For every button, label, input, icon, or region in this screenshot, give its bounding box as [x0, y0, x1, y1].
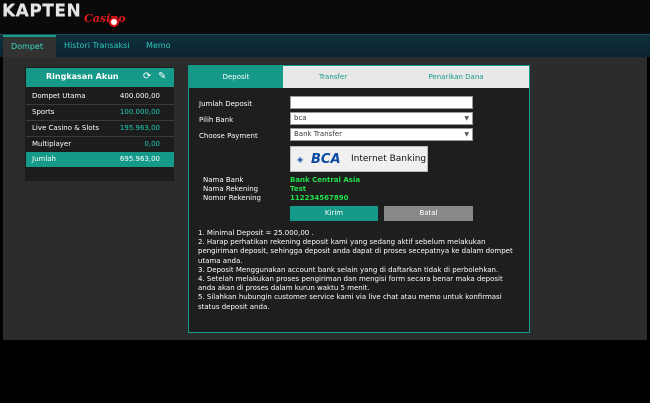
summary-row-label: Sports: [32, 108, 55, 116]
main-nav: Dompet Histori Transaksi Memo: [0, 34, 650, 58]
amount-input[interactable]: [290, 96, 473, 109]
tab-penarikan-dana[interactable]: Penarikan Dana: [383, 66, 529, 88]
summary-row-total: Jumlah 695.963,00: [26, 152, 174, 167]
summary-row-live-casino: Live Casino & Slots 195.963,00: [26, 121, 174, 136]
summary-row-multiplayer: Multiplayer 0,00: [26, 137, 174, 152]
amount-label: Jumlah Deposit: [199, 100, 252, 108]
bank-select[interactable]: bca ▼: [290, 112, 473, 125]
summary-total-value: 695.963,00: [119, 155, 160, 163]
deposit-notes: 1. Minimal Deposit = 25.000,00 . 2. Hara…: [198, 229, 520, 312]
payment-select-value: Bank Transfer: [294, 130, 342, 138]
account-summary: Ringkasan Akun ⟳ ✎ Dompet Utama 400.000,…: [24, 66, 175, 182]
info-label-nama-bank: Nama Bank: [203, 176, 244, 184]
summary-row-value: 100.000,00: [119, 108, 160, 116]
summary-row-value: 195.963,00: [119, 124, 160, 132]
casino-chip-icon: [109, 17, 119, 27]
summary-row-sports: Sports 100.000,00: [26, 105, 174, 120]
note-item: 1. Minimal Deposit = 25.000,00 .: [198, 229, 314, 237]
summary-header: Ringkasan Akun ⟳ ✎: [26, 68, 174, 87]
summary-row-dompet-utama: Dompet Utama 400.000,00: [26, 89, 174, 104]
summary-row-value: 400.000,00: [119, 92, 160, 100]
info-label-nomor-rekening: Nomor Rekening: [203, 194, 261, 202]
header: KAPTEN Casino: [0, 0, 650, 34]
summary-row-label: Multiplayer: [32, 140, 72, 148]
info-label-nama-rekening: Nama Rekening: [203, 185, 259, 193]
batal-button[interactable]: Batal: [384, 206, 473, 221]
user-icon[interactable]: ✎: [158, 71, 166, 82]
logo-sub-text: Casino: [84, 12, 126, 25]
chevron-down-icon: ▼: [464, 115, 469, 122]
info-value-nomor-rekening: 112234567890: [290, 194, 349, 202]
tab-dompet[interactable]: Dompet: [3, 35, 56, 58]
tab-memo[interactable]: Memo: [138, 35, 179, 58]
note-item: 3. Deposit Menggunakan account bank sela…: [198, 265, 499, 274]
summary-total-label: Jumlah: [32, 155, 56, 163]
note-item: 5. Silahkan hubungin customer service ka…: [198, 293, 502, 311]
note-item: 2. Harap perhatikan rekening deposit kam…: [198, 238, 513, 265]
logo-main-text: KAPTEN: [2, 1, 82, 21]
kirim-button[interactable]: Kirim: [290, 206, 378, 221]
payment-label: Choose Payment: [199, 132, 258, 140]
info-value-nama-rekening: Test: [290, 185, 307, 193]
tab-transfer[interactable]: Transfer: [283, 66, 383, 88]
bca-logo-icon: ◈: [297, 155, 304, 164]
deposit-tabs: Deposit Transfer Penarikan Dana: [189, 66, 529, 88]
bank-select-value: bca: [294, 114, 307, 122]
summary-row-value: 0,00: [144, 140, 160, 148]
info-value-nama-bank: Bank Central Asia: [290, 176, 361, 184]
bca-label: Internet Banking: [351, 154, 427, 164]
summary-row-label: Live Casino & Slots: [32, 124, 99, 132]
note-item: 4. Setelah melakukan proses pengiriman d…: [198, 275, 503, 293]
bca-internet-banking-button[interactable]: BCA ◈ Internet Banking: [290, 146, 428, 172]
refresh-icon[interactable]: ⟳: [143, 71, 151, 82]
tab-histori-transaksi[interactable]: Histori Transaksi: [56, 35, 138, 58]
summary-row-label: Dompet Utama: [32, 92, 86, 100]
tab-deposit[interactable]: Deposit: [189, 66, 283, 88]
summary-title: Ringkasan Akun: [46, 72, 119, 81]
bca-logo: BCA: [311, 152, 341, 167]
bank-label: Pilih Bank: [199, 116, 234, 124]
chevron-down-icon: ▼: [464, 131, 469, 138]
deposit-panel: Deposit Transfer Penarikan Dana Jumlah D…: [188, 65, 530, 333]
payment-select[interactable]: Bank Transfer ▼: [290, 128, 473, 141]
